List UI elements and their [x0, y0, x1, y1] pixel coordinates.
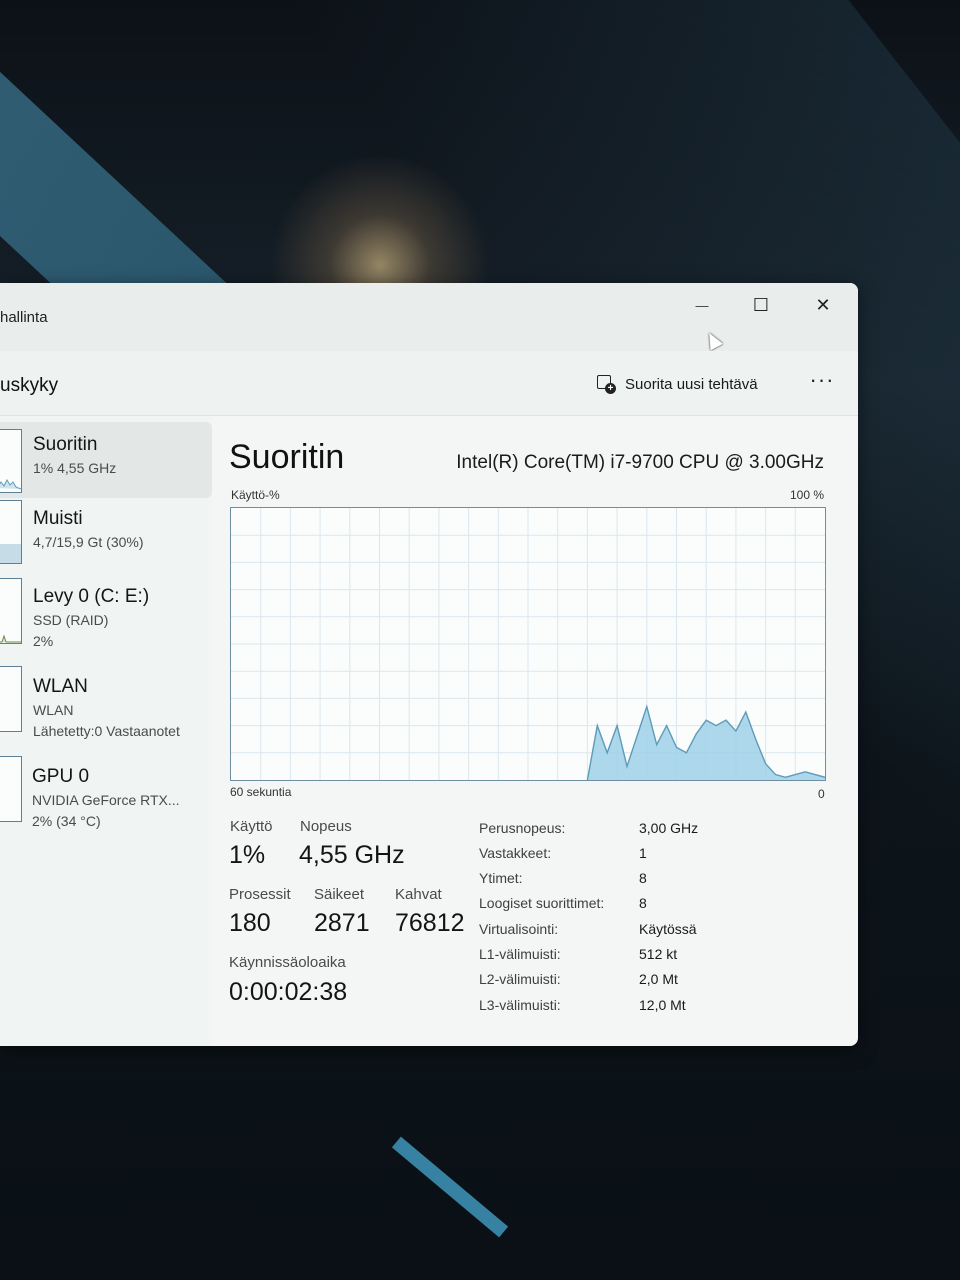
close-icon: ✕ — [815, 294, 831, 315]
cpu-details-panel: Suoritin Intel(R) Core(TM) i7-9700 CPU @… — [212, 416, 858, 1046]
sidebar-item-memory[interactable]: Muisti 4,7/15,9 Gt (30%) — [0, 500, 212, 576]
graph-y-max-label: 100 % — [789, 488, 824, 502]
spec-value: 12,0 Mt — [639, 997, 686, 1013]
sidebar-item-label: Suoritin — [33, 434, 98, 455]
spec-label: Loogiset suorittimet: — [479, 895, 605, 911]
wlan-thumbnail-graph — [0, 666, 22, 732]
run-task-icon: + — [596, 374, 616, 394]
threads-label: Säikeet — [314, 886, 365, 903]
cpu-usage-chart-svg — [231, 508, 825, 780]
resource-sidebar: Suoritin 1% 4,55 GHz Muisti 4,7/15,9 Gt … — [0, 416, 212, 1046]
spec-label: Vastakkeet: — [479, 845, 552, 861]
spec-value: 2,0 Mt — [639, 971, 678, 987]
sidebar-item-label: GPU 0 — [32, 766, 90, 787]
sidebar-item-detail: 2% — [33, 633, 54, 649]
graph-y-label: Käyttö-% — [231, 488, 280, 502]
command-bar: uskyky + Suorita uusi tehtävä ··· — [0, 351, 858, 416]
spec-label: L3-välimuisti: — [479, 997, 561, 1013]
sidebar-item-detail: WLAN — [33, 702, 74, 718]
sidebar-item-label: WLAN — [33, 676, 88, 697]
cpu-usage-graph — [230, 507, 826, 781]
disk-thumbnail-graph — [0, 578, 22, 644]
cpu-thumbnail-graph — [0, 429, 22, 493]
app-title: hallinta — [0, 309, 48, 326]
graph-x-zero-label: 0 — [818, 787, 825, 801]
sidebar-item-detail: 2% (34 °C) — [32, 813, 101, 829]
graph-x-label: 60 sekuntia — [230, 785, 292, 799]
sidebar-item-cpu[interactable]: Suoritin 1% 4,55 GHz — [0, 422, 212, 498]
sidebar-item-detail: 1% 4,55 GHz — [33, 460, 117, 476]
spec-label: Perusnopeus: — [479, 820, 566, 836]
maximize-icon: ☐ — [752, 294, 770, 315]
mouse-cursor-icon — [703, 329, 723, 351]
handles-label: Kahvat — [395, 886, 442, 903]
sidebar-item-label: Levy 0 (C: E:) — [33, 586, 150, 607]
spec-label: Virtualisointi: — [479, 921, 559, 937]
usage-label: Käyttö — [230, 818, 273, 835]
more-icon: ··· — [809, 367, 835, 392]
threads-value: 2871 — [314, 909, 370, 937]
task-manager-window: hallinta — ☐ ✕ uskyky + Suorita uusi teh… — [0, 283, 858, 1046]
minimize-button[interactable]: — — [680, 289, 724, 321]
memory-thumbnail-graph — [0, 500, 22, 564]
handles-value: 76812 — [395, 909, 465, 937]
uptime-value: 0:00:02:38 — [229, 978, 348, 1006]
sidebar-item-detail: NVIDIA GeForce RTX... — [32, 792, 180, 808]
usage-value: 1% — [229, 841, 266, 869]
processes-label: Prosessit — [229, 886, 291, 903]
close-button[interactable]: ✕ — [801, 289, 845, 321]
spec-value: Käytössä — [639, 921, 697, 937]
spec-label: L1-välimuisti: — [479, 946, 561, 962]
spec-value: 512 kt — [639, 946, 678, 962]
run-new-task-label: Suorita uusi tehtävä — [625, 375, 758, 393]
spec-label: L2-välimuisti: — [479, 971, 561, 987]
sidebar-item-gpu[interactable]: GPU 0 NVIDIA GeForce RTX... 2% (34 °C) — [0, 756, 212, 840]
spec-value: 3,00 GHz — [639, 820, 699, 836]
sidebar-item-detail: SSD (RAID) — [33, 612, 109, 628]
sidebar-item-detail: Lähetetty:0 Vastaanotet — [33, 723, 180, 739]
title-bar: hallinta — ☐ ✕ — [0, 283, 858, 351]
minimize-icon: — — [695, 297, 709, 313]
uptime-label: Käynnissäoloaika — [229, 954, 346, 971]
spec-value: 8 — [639, 895, 647, 911]
page-title: uskyky — [0, 375, 59, 396]
sidebar-item-label: Muisti — [33, 508, 83, 529]
cpu-model-name: Intel(R) Core(TM) i7-9700 CPU @ 3.00GHz — [456, 452, 824, 473]
sidebar-item-wlan[interactable]: WLAN WLAN Lähetetty:0 Vastaanotet — [0, 666, 212, 750]
maximize-button[interactable]: ☐ — [739, 289, 783, 321]
processes-value: 180 — [229, 909, 271, 937]
cpu-heading: Suoritin — [229, 438, 345, 476]
spec-value: 8 — [639, 870, 647, 886]
sidebar-item-disk[interactable]: Levy 0 (C: E:) SSD (RAID) 2% — [0, 576, 212, 660]
gpu-thumbnail-graph — [0, 756, 22, 822]
speed-value: 4,55 GHz — [299, 841, 405, 869]
run-new-task-button[interactable]: + Suorita uusi tehtävä — [596, 371, 758, 397]
sidebar-item-detail: 4,7/15,9 Gt (30%) — [33, 534, 144, 550]
spec-label: Ytimet: — [479, 870, 523, 886]
speed-label: Nopeus — [300, 818, 352, 835]
spec-value: 1 — [639, 845, 647, 861]
more-options-button[interactable]: ··· — [806, 369, 838, 397]
